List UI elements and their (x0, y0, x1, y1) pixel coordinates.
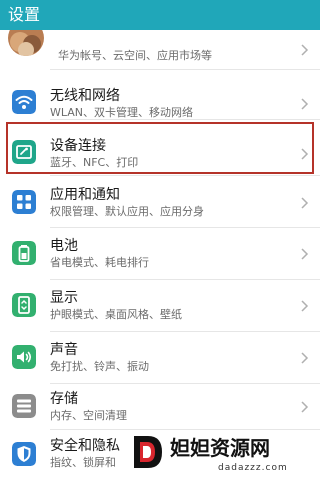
security-icon (12, 442, 36, 466)
watermark: 妲妲资源网 dadazzz.com (130, 432, 320, 481)
settings-item-subtitle: 内存、空间清理 (50, 409, 127, 422)
wifi-icon (12, 90, 36, 114)
settings-item-subtitle: 指纹、锁屏和 (50, 456, 116, 469)
settings-item-subtitle: 免打扰、铃声、振动 (50, 360, 149, 373)
chevron-right-icon (300, 247, 310, 261)
watermark-title: 妲妲资源网 (170, 436, 270, 460)
settings-item-subtitle: 省电模式、耗电排行 (50, 256, 149, 269)
account-row[interactable]: 华为帐号、云空间、应用市场等 (0, 30, 320, 70)
storage-icon (12, 394, 36, 418)
settings-item-sound[interactable]: 声音 免打扰、铃声、振动 (0, 332, 320, 384)
settings-item-subtitle: WLAN、双卡管理、移动网络 (50, 106, 194, 119)
page-title: 设置 (8, 5, 41, 24)
chevron-right-icon (300, 351, 310, 365)
settings-item-display[interactable]: 显示 护眼模式、桌面风格、壁纸 (0, 280, 320, 332)
chevron-right-icon (300, 400, 310, 414)
settings-item-wireless-network[interactable]: 无线和网络 WLAN、双卡管理、移动网络 (0, 70, 320, 120)
settings-item-title: 安全和隐私 (50, 438, 120, 454)
avatar (8, 30, 44, 56)
watermark-url: dadazzz.com (218, 463, 288, 473)
settings-item-subtitle: 护眼模式、桌面风格、壁纸 (50, 308, 182, 321)
battery-icon (12, 241, 36, 265)
watermark-logo-icon (130, 432, 166, 472)
apps-icon (12, 190, 36, 214)
settings-item-title: 无线和网络 (50, 88, 120, 104)
chevron-right-icon (300, 43, 310, 57)
highlight-frame (6, 122, 314, 174)
settings-item-title: 电池 (50, 238, 78, 254)
account-subtitle: 华为帐号、云空间、应用市场等 (58, 49, 212, 62)
settings-item-title: 应用和通知 (50, 187, 120, 203)
settings-item-title: 存储 (50, 391, 78, 407)
chevron-right-icon (300, 97, 310, 111)
settings-item-title: 声音 (50, 342, 78, 358)
settings-item-title: 显示 (50, 290, 78, 306)
settings-item-subtitle: 权限管理、默认应用、应用分身 (50, 205, 204, 218)
settings-item-storage[interactable]: 存储 内存、空间清理 (0, 384, 320, 430)
chevron-right-icon (300, 196, 310, 210)
app-header: 设置 (0, 0, 320, 30)
settings-item-apps-notifications[interactable]: 应用和通知 权限管理、默认应用、应用分身 (0, 176, 320, 228)
settings-item-battery[interactable]: 电池 省电模式、耗电排行 (0, 228, 320, 280)
chevron-right-icon (300, 299, 310, 313)
sound-icon (12, 345, 36, 369)
display-icon (12, 293, 36, 317)
